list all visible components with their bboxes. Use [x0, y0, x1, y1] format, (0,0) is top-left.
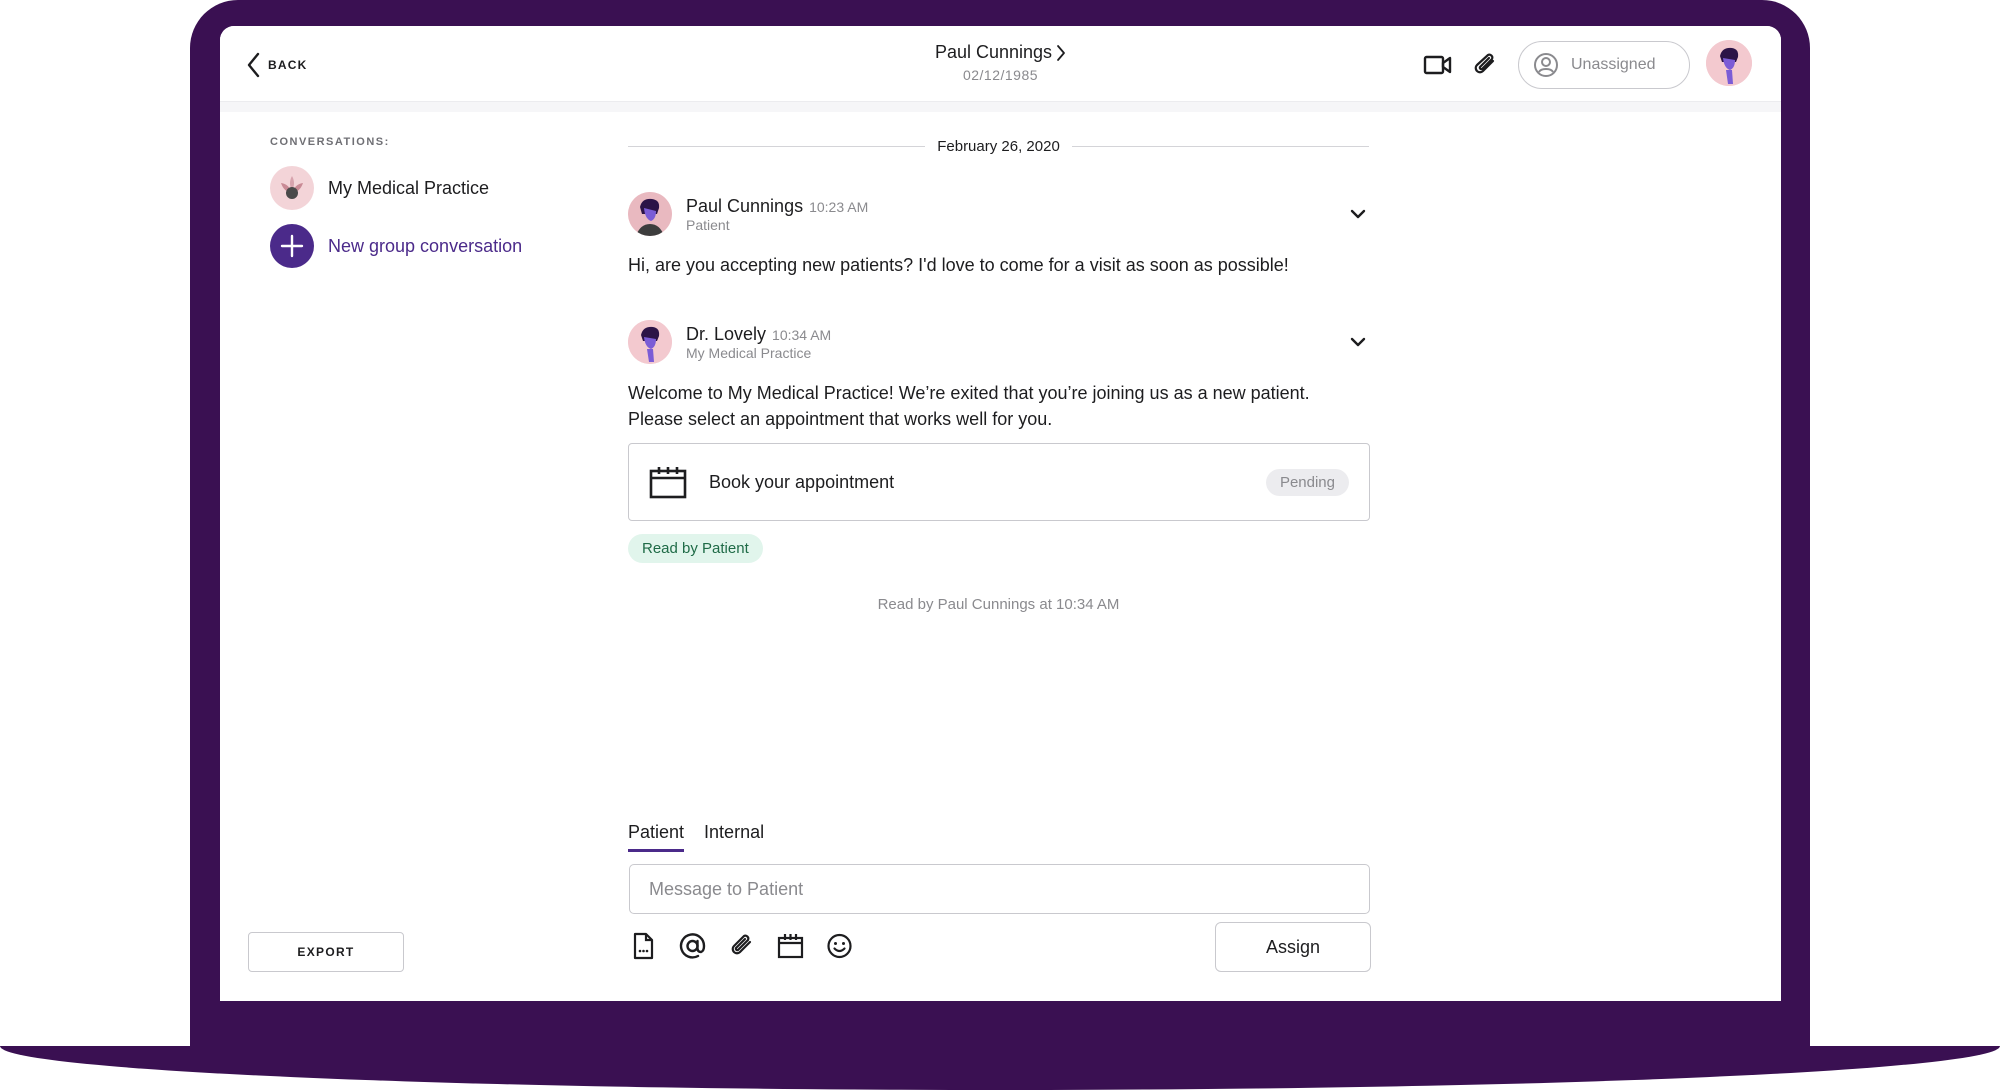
- read-receipt: Read by Paul Cunnings at 10:34 AM: [877, 596, 1120, 613]
- person-avatar-icon: [1706, 40, 1752, 86]
- laptop-base: [0, 1046, 2000, 1090]
- tab-internal[interactable]: Internal: [704, 822, 764, 852]
- status-badge: Pending: [1265, 468, 1349, 496]
- conversation-item-label: My Medical Practice: [328, 177, 490, 198]
- assignee-label: Unassigned: [1571, 56, 1656, 73]
- patient-name: Paul Cunnings: [934, 42, 1053, 62]
- book-appointment-card[interactable]: Book your appointment Pending: [628, 443, 1370, 521]
- template-document-icon[interactable]: [630, 932, 657, 960]
- paperclip-icon[interactable]: [1471, 52, 1501, 78]
- lotus-icon: [270, 166, 314, 210]
- message-sender: Dr. Lovely: [686, 323, 767, 344]
- message-patient: Paul Cunnings 10:23 AM Patient Hi, are y…: [628, 192, 1369, 278]
- message-role: My Medical Practice: [686, 344, 812, 361]
- thread-date: February 26, 2020: [937, 137, 1060, 155]
- calendar-icon: [649, 467, 687, 499]
- read-by-patient-badge: Read by Patient: [628, 534, 763, 563]
- user-circle-icon: [1534, 53, 1558, 77]
- assign-button[interactable]: Assign: [1215, 922, 1371, 972]
- doctor-avatar: [628, 320, 672, 364]
- message-body-line: Please select an appointment that works …: [628, 409, 1053, 429]
- app-screen: BACK Paul Cunnings 02/12/1985 Unassigned: [220, 26, 1781, 1001]
- new-group-conversation-button[interactable]: New group conversation: [270, 224, 522, 268]
- new-group-conversation-label: New group conversation: [328, 235, 523, 256]
- message-role: Patient: [686, 216, 730, 233]
- top-header: BACK Paul Cunnings 02/12/1985 Unassigned: [220, 26, 1781, 102]
- conversations-heading: CONVERSATIONS:: [270, 136, 390, 148]
- person-avatar-icon: [628, 192, 672, 236]
- plus-icon: [270, 224, 314, 268]
- date-divider: February 26, 2020: [628, 136, 1370, 156]
- patient-avatar: [628, 192, 672, 236]
- chevron-right-icon: [1057, 44, 1065, 61]
- composer-tabs: Patient Internal: [628, 822, 764, 852]
- chevron-down-icon[interactable]: [1347, 203, 1369, 225]
- attachment-icon[interactable]: [728, 932, 755, 960]
- divider-line: [628, 145, 926, 147]
- emoji-icon[interactable]: [826, 932, 853, 960]
- appointment-label: Book your appointment: [709, 471, 895, 492]
- message-practice: Dr. Lovely 10:34 AM My Medical Practice …: [628, 320, 1369, 432]
- chevron-down-icon[interactable]: [1347, 331, 1369, 353]
- export-button[interactable]: EXPORT: [248, 932, 404, 972]
- user-avatar[interactable]: [1706, 40, 1752, 86]
- person-avatar-icon: [628, 320, 672, 364]
- video-call-icon[interactable]: [1423, 52, 1453, 78]
- message-time: 10:23 AM: [809, 198, 869, 215]
- divider-line: [1071, 145, 1370, 147]
- message-input[interactable]: [629, 864, 1370, 914]
- calendar-icon[interactable]: [777, 932, 804, 960]
- mention-at-icon[interactable]: [679, 932, 706, 960]
- assignee-dropdown[interactable]: Unassigned: [1518, 41, 1690, 89]
- header-divider: [220, 102, 1781, 112]
- patient-name-link[interactable]: Paul Cunnings: [935, 42, 1066, 63]
- message-time: 10:34 AM: [772, 326, 832, 343]
- tab-patient[interactable]: Patient: [628, 822, 685, 852]
- message-sender: Paul Cunnings: [686, 195, 804, 216]
- composer-toolbar: [630, 932, 853, 960]
- message-body: Hi, are you accepting new patients? I'd …: [628, 255, 1289, 275]
- conversation-item-practice[interactable]: My Medical Practice: [270, 166, 489, 210]
- message-body-line: Welcome to My Medical Practice! We’re ex…: [628, 383, 1310, 403]
- message-body: Welcome to My Medical Practice! We’re ex…: [628, 380, 1369, 432]
